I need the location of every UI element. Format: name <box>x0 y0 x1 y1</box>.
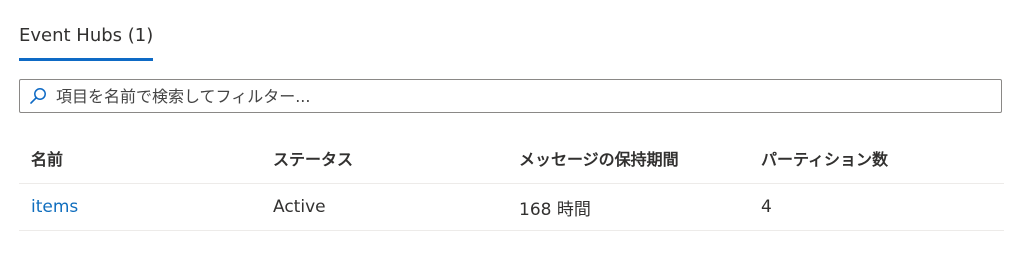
column-header-name[interactable]: 名前 <box>31 132 63 183</box>
table-header-row: 名前 ステータス メッセージの保持期間 パーティション数 <box>19 132 1004 184</box>
event-hub-name-cell: items <box>31 184 78 230</box>
table-row: items Active 168 時間 4 <box>19 184 1004 231</box>
tab-bar: Event Hubs (1) <box>19 22 154 62</box>
tab-event-hubs[interactable]: Event Hubs (1) <box>19 22 154 62</box>
event-hubs-table: 名前 ステータス メッセージの保持期間 パーティション数 items Activ… <box>19 132 1004 231</box>
column-header-status[interactable]: ステータス <box>273 132 353 183</box>
search-box <box>19 79 1002 113</box>
retention-cell: 168 時間 <box>519 199 591 220</box>
tab-active-indicator <box>19 58 154 61</box>
partition-count-cell: 4 <box>761 197 772 217</box>
search-input[interactable] <box>50 81 1001 111</box>
event-hub-name-link[interactable]: items <box>31 197 78 217</box>
status-cell: Active <box>273 197 326 217</box>
tab-label: Event Hubs (1) <box>19 25 154 46</box>
column-header-partitions[interactable]: パーティション数 <box>761 132 888 183</box>
search-icon <box>26 84 50 108</box>
column-header-retention[interactable]: メッセージの保持期間 <box>519 132 679 183</box>
